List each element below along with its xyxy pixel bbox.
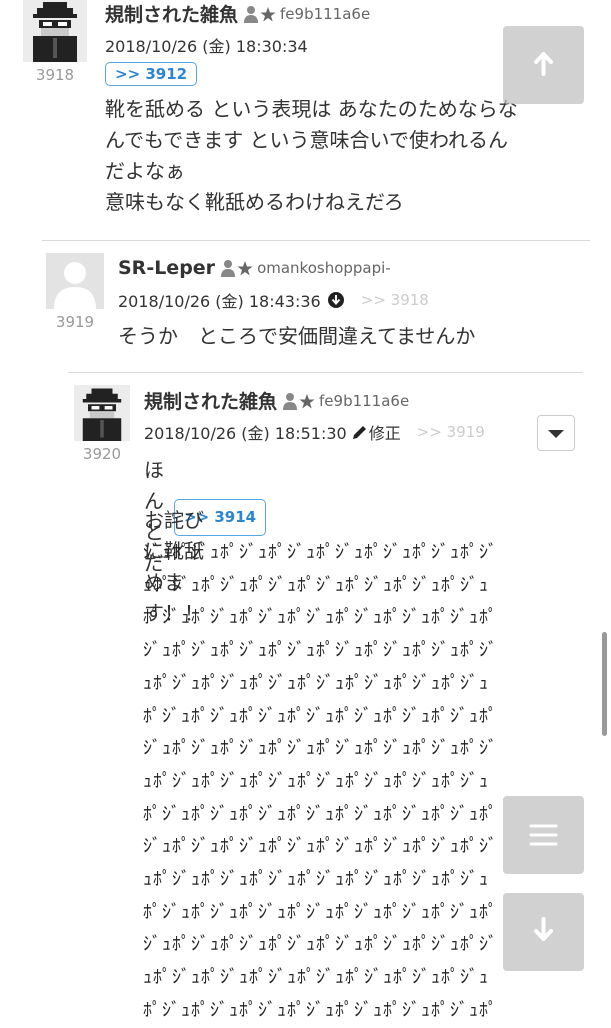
person-star-icon xyxy=(244,5,276,23)
arrow-down-icon xyxy=(534,917,553,941)
spam-line: ｼﾞｭﾎﾟｼﾞｭﾎﾟｼﾞｭﾎﾟｼﾞｭﾎﾟｼﾞｭﾎﾟｼﾞｭﾎﾟｼﾞｭﾎﾟｼﾞ xyxy=(143,640,498,662)
post-body: そうか ところで安価間違えてませんか xyxy=(118,324,476,348)
post-date: 2018/10/26 (金) 18:43:36 >> 3918 xyxy=(118,288,429,312)
post-menu-dropdown[interactable] xyxy=(537,415,575,451)
hamburger-menu-icon xyxy=(529,824,558,846)
spam-line: ｼﾞｭﾎﾟｼﾞｭﾎﾟｼﾞｭﾎﾟｼﾞｭﾎﾟｼﾞｭﾎﾟｼﾞｭﾎﾟｼﾞｭﾎﾟｼﾞ xyxy=(143,738,498,760)
avatar[interactable] xyxy=(74,385,130,441)
post-number[interactable]: 3919 xyxy=(43,313,107,331)
post-date: 2018/10/26 (金) 18:51:30 修正 >> 3919 xyxy=(144,420,485,444)
menu-button[interactable] xyxy=(503,796,584,874)
post-number[interactable]: 3920 xyxy=(70,445,134,463)
person-star-icon xyxy=(283,392,315,410)
edited-label: 修正 xyxy=(368,424,401,443)
spam-line: ﾎﾟｼﾞｭﾎﾟｼﾞｭﾎﾟｼﾞｭﾎﾟｼﾞｭﾎﾟｼﾞｭﾎﾟｼﾞｭﾎﾟｼﾞｭﾎﾟ xyxy=(143,999,498,1021)
masked-avatar-icon xyxy=(23,0,87,62)
timestamp: 2018/10/26 (金) 18:30:34 xyxy=(105,37,308,56)
post-header: SR-Leper omankoshoppapi- xyxy=(118,257,391,279)
arrow-up-icon xyxy=(534,52,553,76)
scroll-bottom-button[interactable] xyxy=(503,893,584,971)
caret-down-icon xyxy=(548,430,564,438)
timestamp: 2018/10/26 (金) 18:43:36 xyxy=(118,292,321,311)
user-id: omankoshoppapi- xyxy=(257,259,391,277)
spam-line: ｼﾞｭﾎﾟｼﾞｭﾎﾟｼﾞｭﾎﾟｼﾞｭﾎﾟｼﾞｭﾎﾟｼﾞｭﾎﾟｼﾞｭﾎﾟｼﾞ xyxy=(143,542,498,563)
post-date: 2018/10/26 (金) 18:30:34 xyxy=(105,33,308,57)
author-name: 規制された雑魚 xyxy=(144,391,278,413)
spam-line: ｭﾎﾟｼﾞｭﾎﾟｼﾞｭﾎﾟｼﾞｭﾎﾟｼﾞｭﾎﾟｼﾞｭﾎﾟｼﾞｭﾎﾟｼﾞｭ xyxy=(143,574,489,596)
reply-ref-link[interactable]: >> 3918 xyxy=(361,291,429,309)
divider xyxy=(42,240,590,241)
spam-line: ｭﾎﾟｼﾞｭﾎﾟｼﾞｭﾎﾟｼﾞｭﾎﾟｼﾞｭﾎﾟｼﾞｭﾎﾟｼﾞｭﾎﾟｼﾞｭ xyxy=(143,967,489,989)
scrollbar[interactable] xyxy=(602,632,607,736)
user-id: fe9b111a6e xyxy=(280,4,371,23)
person-star-icon xyxy=(221,260,253,277)
post-body-spam: ｼﾞｭﾎﾟｼﾞｭﾎﾟｼﾞｭﾎﾟｼﾞｭﾎﾟｼﾞｭﾎﾟｼﾞｭﾎﾟｼﾞｭﾎﾟｼﾞ ｭﾎﾟ… xyxy=(143,537,563,1028)
spam-line: ｭﾎﾟｼﾞｭﾎﾟｼﾞｭﾎﾟｼﾞｭﾎﾟｼﾞｭﾎﾟｼﾞｭﾎﾟｼﾞｭﾎﾟｼﾞｭ xyxy=(143,869,489,891)
spam-line: ﾎﾟｼﾞｭﾎﾟｼﾞｭﾎﾟｼﾞｭﾎﾟｼﾞｭﾎﾟｼﾞｭﾎﾟｼﾞｭﾎﾟｼﾞｭﾎﾟ xyxy=(143,607,498,629)
timestamp: 2018/10/26 (金) 18:51:30 xyxy=(144,424,347,443)
scroll-top-button[interactable] xyxy=(503,26,584,104)
spam-line: ｭﾎﾟｼﾞｭﾎﾟｼﾞｭﾎﾟｼﾞｭﾎﾟｼﾞｭﾎﾟｼﾞｭﾎﾟｼﾞｭﾎﾟｼﾞｭ xyxy=(143,672,489,694)
pencil-icon xyxy=(352,426,366,439)
spam-line: ｭﾎﾟｼﾞｭﾎﾟｼﾞｭﾎﾟｼﾞｭﾎﾟｼﾞｭﾎﾟｼﾞｭﾎﾟｼﾞｭﾎﾟｼﾞｭ xyxy=(143,770,489,792)
author-name: 規制された雑魚 xyxy=(105,4,239,26)
post-body: 靴を舐める という表現は あなたのためならな んでもできます という意味合いで使… xyxy=(105,97,518,214)
avatar[interactable] xyxy=(46,253,104,309)
user-id: fe9b111a6e xyxy=(319,391,410,410)
spam-line: ｼﾞｭﾎﾟｼﾞｭﾎﾟｼﾞｭﾎﾟｼﾞｭﾎﾟｼﾞｭﾎﾟｼﾞｭﾎﾟｼﾞｭﾎﾟｼﾞ xyxy=(143,934,498,956)
down-circle-icon[interactable] xyxy=(327,291,345,309)
default-avatar-icon xyxy=(46,253,104,309)
divider xyxy=(68,372,583,373)
post-header: 規制された雑魚 fe9b111a6e xyxy=(144,387,409,414)
author-name: SR-Leper xyxy=(118,257,216,279)
reply-ref-link[interactable]: >> 3919 xyxy=(417,423,485,441)
post-header: 規制された雑魚 fe9b111a6e xyxy=(105,0,370,27)
spam-line: ﾎﾟｼﾞｭﾎﾟｼﾞｭﾎﾟｼﾞｭﾎﾟｼﾞｭﾎﾟｼﾞｭﾎﾟｼﾞｭﾎﾟｼﾞｭﾎﾟ xyxy=(143,803,498,825)
reply-anchor-link[interactable]: >> 3912 xyxy=(105,62,198,86)
spam-line: ﾎﾟｼﾞｭﾎﾟｼﾞｭﾎﾟｼﾞｭﾎﾟｼﾞｭﾎﾟｼﾞｭﾎﾟｼﾞｭﾎﾟｼﾞｭﾎﾟ xyxy=(143,901,498,923)
spam-line: ｼﾞｭﾎﾟｼﾞｭﾎﾟｼﾞｭﾎﾟｼﾞｭﾎﾟｼﾞｭﾎﾟｼﾞｭﾎﾟｼﾞｭﾎﾟｼﾞ xyxy=(143,836,498,858)
avatar[interactable] xyxy=(23,0,87,62)
post-number[interactable]: 3918 xyxy=(23,66,87,84)
masked-avatar-icon xyxy=(74,385,130,441)
spam-line: ﾎﾟｼﾞｭﾎﾟｼﾞｭﾎﾟｼﾞｭﾎﾟｼﾞｭﾎﾟｼﾞｭﾎﾟｼﾞｭﾎﾟｼﾞｭﾎﾟ xyxy=(143,705,498,727)
